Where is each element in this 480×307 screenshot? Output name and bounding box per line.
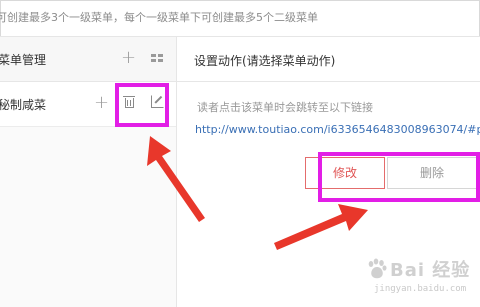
sort-grid-icon[interactable] — [151, 54, 163, 64]
action-settings-title: 设置动作(请选择菜单动作) — [194, 54, 336, 68]
menu-management-header: 菜单管理 + — [0, 37, 176, 82]
baidu-paw-icon — [368, 258, 387, 279]
add-submenu-plus-icon[interactable]: + — [94, 94, 109, 112]
menu-tree-panel: 菜单管理 + 秘制咸菜 + — [0, 37, 177, 307]
add-menu-plus-icon[interactable]: + — [121, 49, 136, 67]
menu-limit-hint-text: 可创建最多3个一级菜单，每个一级菜单下可创建最多5个二级菜单 — [0, 11, 318, 24]
redirect-description: 读者点击该菜单时会跳转至以下链接 — [197, 101, 373, 114]
redirect-link[interactable]: http://www.toutiao.com/i6336546483008963… — [195, 123, 480, 136]
action-settings-header: 设置动作(请选择菜单动作) — [177, 37, 480, 82]
buttons-highlight-box — [318, 152, 480, 202]
watermark-url: jingyan.baidu.com — [374, 284, 467, 294]
menu-limit-hint: 可创建最多3个一级菜单，每个一级菜单下可创建最多5个二级菜单 — [0, 0, 480, 36]
watermark-brand: Bai 经验 — [390, 260, 471, 281]
baidu-jingyan-watermark: Bai 经验 jingyan.baidu.com — [360, 252, 480, 307]
menu-item-label: 秘制咸菜 — [0, 98, 47, 112]
icons-highlight-box — [115, 83, 169, 127]
menu-management-title: 菜单管理 — [0, 53, 47, 67]
